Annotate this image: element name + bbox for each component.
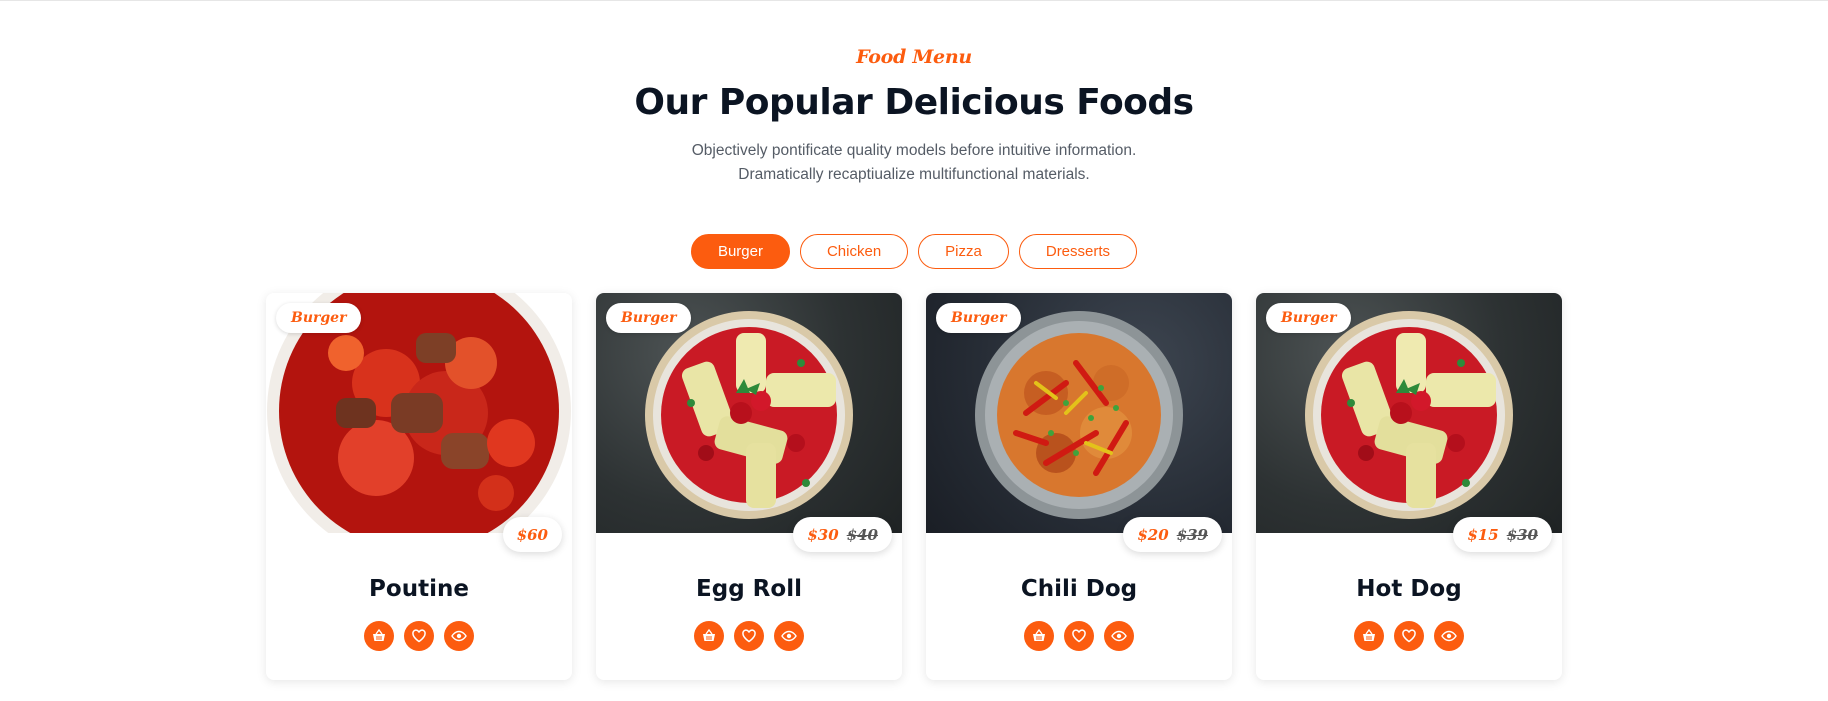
top-divider [0, 0, 1828, 1]
heart-icon [742, 629, 756, 643]
wishlist-button[interactable] [1064, 621, 1094, 651]
current-price: $15 [1467, 525, 1499, 544]
eye-icon [781, 630, 797, 642]
basket-icon [373, 628, 385, 641]
eye-icon [1441, 630, 1457, 642]
basket-icon [703, 628, 715, 641]
add-to-cart-button[interactable] [364, 621, 394, 651]
section-title: Our Popular Delicious Foods [634, 82, 1194, 123]
price-badge: $15 $30 [1453, 517, 1552, 552]
category-tag: Burger [606, 303, 692, 333]
add-to-cart-button[interactable] [694, 621, 724, 651]
price-badge: $20 $39 [1123, 517, 1222, 552]
card-actions [266, 621, 572, 651]
eye-icon [451, 630, 467, 642]
filter-desserts[interactable]: Dresserts [1018, 234, 1138, 269]
add-to-cart-button[interactable] [1024, 621, 1054, 651]
wishlist-button[interactable] [1394, 621, 1424, 651]
quick-view-button[interactable] [1104, 621, 1134, 651]
wishlist-button[interactable] [734, 621, 764, 651]
category-filters: Burger Chicken Pizza Dresserts [0, 234, 1828, 269]
section-subtitle: Objectively pontificate quality models b… [0, 139, 1828, 187]
card-actions [596, 621, 902, 651]
basket-icon [1363, 628, 1375, 641]
category-tag: Burger [936, 303, 1022, 333]
card-actions [926, 621, 1232, 651]
section-header: Food Menu Our Popular Delicious Foods Ob… [0, 46, 1828, 187]
heart-icon [412, 629, 426, 643]
food-card-poutine[interactable]: Burger $60 Poutine [266, 293, 572, 680]
price-badge: $30 $40 [793, 517, 892, 552]
basket-icon [1033, 628, 1045, 641]
food-name[interactable]: Poutine [266, 576, 572, 602]
category-tag: Burger [1266, 303, 1352, 333]
food-card-chili-dog[interactable]: Burger $20 $39 Chili Dog [926, 293, 1232, 680]
current-price: $30 [807, 525, 839, 544]
filter-chicken[interactable]: Chicken [799, 234, 909, 269]
heart-icon [1072, 629, 1086, 643]
card-actions [1256, 621, 1562, 651]
subtitle-line-2: Dramatically recaptiualize multifunction… [738, 166, 1090, 183]
quick-view-button[interactable] [444, 621, 474, 651]
original-price: $39 [1176, 525, 1208, 544]
eye-icon [1111, 630, 1127, 642]
filter-burger[interactable]: Burger [690, 234, 790, 269]
food-name[interactable]: Hot Dog [1256, 576, 1562, 602]
wishlist-button[interactable] [404, 621, 434, 651]
price-badge: $60 [502, 517, 562, 552]
section-eyebrow: Food Menu [856, 46, 972, 68]
quick-view-button[interactable] [1434, 621, 1464, 651]
add-to-cart-button[interactable] [1354, 621, 1384, 651]
food-card-egg-roll[interactable]: Burger $30 $40 Egg Roll [596, 293, 902, 680]
food-card-grid: Burger $60 Poutine Burger $30 $40 Egg Ro… [266, 293, 1562, 680]
food-name[interactable]: Chili Dog [926, 576, 1232, 602]
subtitle-line-1: Objectively pontificate quality models b… [691, 142, 1137, 159]
original-price: $40 [846, 525, 878, 544]
filter-pizza[interactable]: Pizza [918, 234, 1009, 269]
current-price: $20 [1137, 525, 1169, 544]
quick-view-button[interactable] [774, 621, 804, 651]
food-card-hot-dog[interactable]: Burger $15 $30 Hot Dog [1256, 293, 1562, 680]
heart-icon [1402, 629, 1416, 643]
category-tag: Burger [276, 303, 362, 333]
original-price: $30 [1506, 525, 1538, 544]
food-name[interactable]: Egg Roll [596, 576, 902, 602]
current-price: $60 [516, 525, 548, 544]
